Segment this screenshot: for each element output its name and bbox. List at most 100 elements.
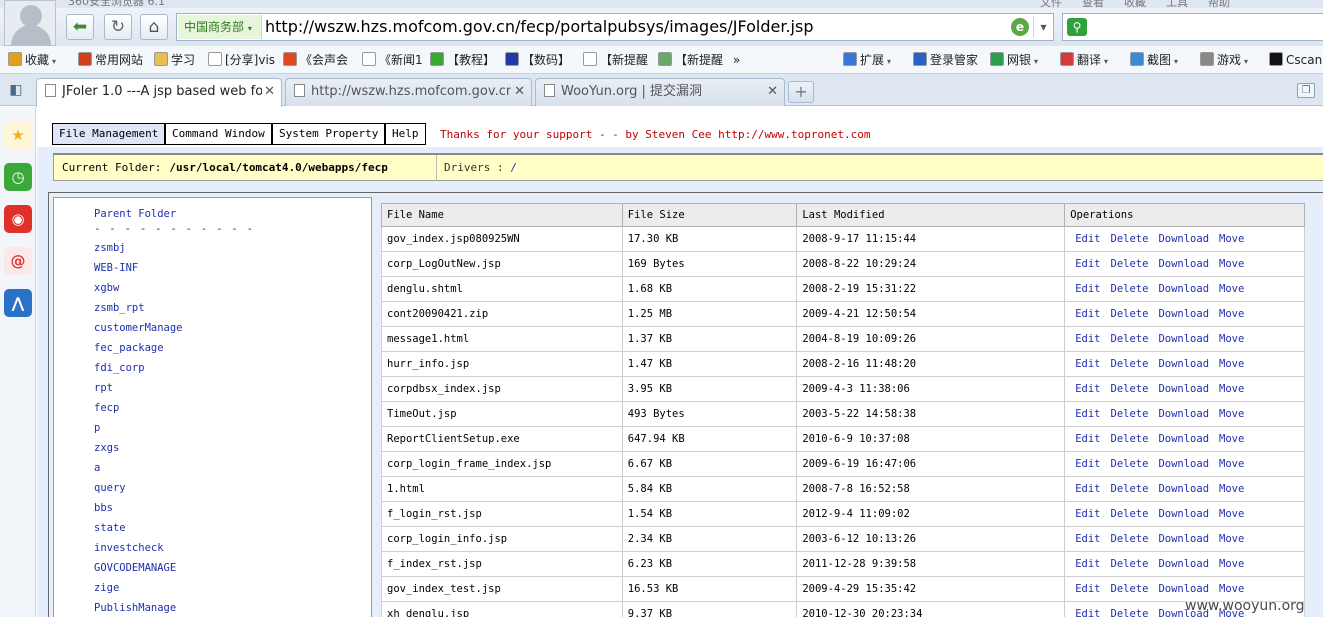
menu-command-window[interactable]: Command Window <box>165 123 272 145</box>
delete-link[interactable]: Delete <box>1111 458 1149 470</box>
folder-link[interactable]: GOVCODEMANAGE <box>94 562 176 574</box>
folder-link[interactable]: rpt <box>94 382 113 394</box>
download-link[interactable]: Download <box>1158 483 1209 495</box>
move-link[interactable]: Move <box>1219 358 1244 370</box>
download-link[interactable]: Download <box>1158 533 1209 545</box>
edit-link[interactable]: Edit <box>1075 308 1100 320</box>
delete-link[interactable]: Delete <box>1111 283 1149 295</box>
edit-link[interactable]: Edit <box>1075 608 1100 617</box>
move-link[interactable]: Move <box>1219 558 1244 570</box>
bookmark-item[interactable]: Cscan <box>1269 52 1322 68</box>
folder-link[interactable]: investcheck <box>94 542 164 554</box>
tab-mofcom[interactable]: http://wszw.hzs.mofcom.gov.cn/fe ✕ <box>285 78 532 106</box>
menu-file-management[interactable]: File Management <box>52 123 166 145</box>
close-tab-icon[interactable]: ✕ <box>264 79 275 105</box>
bookmark-item[interactable]: 【教程】 <box>430 52 495 68</box>
tab-jfolder[interactable]: JFoler 1.0 ---A jsp based web folc ✕ <box>36 78 282 107</box>
folder-link[interactable]: zxgs <box>94 442 119 454</box>
bookmark-item[interactable]: 【数码】 <box>505 52 570 68</box>
move-link[interactable]: Move <box>1219 583 1244 595</box>
move-link[interactable]: Move <box>1219 408 1244 420</box>
delete-link[interactable]: Delete <box>1111 533 1149 545</box>
folder-link[interactable]: xgbw <box>94 282 119 294</box>
folder-link[interactable]: state <box>94 522 126 534</box>
bookmark-item[interactable]: 《新闻1 <box>362 52 423 68</box>
bookmark-item[interactable]: 【新提醒 <box>658 52 723 68</box>
folder-link[interactable]: zsmb_rpt <box>94 302 145 314</box>
download-link[interactable]: Download <box>1158 358 1209 370</box>
edit-link[interactable]: Edit <box>1075 558 1100 570</box>
folder-link[interactable]: bbs <box>94 502 113 514</box>
parent-folder-link[interactable]: Parent Folder <box>94 208 176 220</box>
url-text[interactable]: http://wszw.hzs.mofcom.gov.cn/fecp/porta… <box>265 17 813 36</box>
bookmark-item[interactable]: 学习 <box>154 52 195 68</box>
edit-link[interactable]: Edit <box>1075 333 1100 345</box>
drive-link[interactable]: / <box>510 161 517 174</box>
bookmark-item[interactable]: 截图 ▾ <box>1130 52 1178 70</box>
refresh-button[interactable]: ↻ <box>104 14 132 40</box>
edit-link[interactable]: Edit <box>1075 358 1100 370</box>
bookmark-item[interactable]: 游戏 ▾ <box>1200 52 1248 70</box>
tab-wooyun[interactable]: WooYun.org | 提交漏洞 ✕ <box>535 78 785 106</box>
delete-link[interactable]: Delete <box>1111 583 1149 595</box>
user-avatar[interactable] <box>4 0 56 46</box>
move-link[interactable]: Move <box>1219 383 1244 395</box>
download-link[interactable]: Download <box>1158 383 1209 395</box>
folder-link[interactable]: zsmbj <box>94 242 126 254</box>
download-link[interactable]: Download <box>1158 508 1209 520</box>
download-link[interactable]: Download <box>1158 433 1209 445</box>
delete-link[interactable]: Delete <box>1111 483 1149 495</box>
folder-link[interactable]: fec_package <box>94 342 164 354</box>
move-link[interactable]: Move <box>1219 533 1244 545</box>
delete-link[interactable]: Delete <box>1111 308 1149 320</box>
folder-link[interactable]: PublishManage <box>94 602 176 614</box>
edit-link[interactable]: Edit <box>1075 533 1100 545</box>
bookmark-item[interactable]: 【新提醒 <box>583 52 648 68</box>
sidebar-toggle-icon[interactable]: ◧ <box>0 74 32 106</box>
move-link[interactable]: Move <box>1219 308 1244 320</box>
download-link[interactable]: Download <box>1158 458 1209 470</box>
new-tab-button[interactable]: + <box>788 81 814 103</box>
move-link[interactable]: Move <box>1219 508 1244 520</box>
download-link[interactable]: Download <box>1158 233 1209 245</box>
delete-link[interactable]: Delete <box>1111 558 1149 570</box>
download-link[interactable]: Download <box>1158 258 1209 270</box>
edit-link[interactable]: Edit <box>1075 258 1100 270</box>
delete-link[interactable]: Delete <box>1111 508 1149 520</box>
folder-link[interactable]: a <box>94 462 100 474</box>
move-link[interactable]: Move <box>1219 333 1244 345</box>
history-clock-icon[interactable]: ◷ <box>4 163 32 191</box>
download-link[interactable]: Download <box>1158 558 1209 570</box>
weibo-icon[interactable]: ◉ <box>4 205 32 233</box>
folder-link[interactable]: customerManage <box>94 322 183 334</box>
folder-link[interactable]: fdi_corp <box>94 362 145 374</box>
delete-link[interactable]: Delete <box>1111 233 1149 245</box>
bookmark-item[interactable]: » <box>733 52 740 68</box>
edit-link[interactable]: Edit <box>1075 483 1100 495</box>
move-link[interactable]: Move <box>1219 233 1244 245</box>
site-identity-badge[interactable]: 中国商务部 ▾ <box>178 15 262 39</box>
search-box[interactable]: ⚲ <box>1062 13 1323 41</box>
delete-link[interactable]: Delete <box>1111 408 1149 420</box>
delete-link[interactable]: Delete <box>1111 383 1149 395</box>
address-bar[interactable]: 中国商务部 ▾ http://wszw.hzs.mofcom.gov.cn/fe… <box>176 13 1054 41</box>
edit-link[interactable]: Edit <box>1075 583 1100 595</box>
move-link[interactable]: Move <box>1219 283 1244 295</box>
edit-link[interactable]: Edit <box>1075 508 1100 520</box>
address-dropdown-icon[interactable]: ▾ <box>1033 16 1053 38</box>
download-link[interactable]: Download <box>1158 283 1209 295</box>
bookmark-item[interactable]: 网银 ▾ <box>990 52 1038 70</box>
compat-mode-icon[interactable]: e <box>1011 18 1029 36</box>
search-engine-icon[interactable]: ⚲ <box>1067 18 1087 36</box>
delete-link[interactable]: Delete <box>1111 608 1149 617</box>
move-link[interactable]: Move <box>1219 483 1244 495</box>
download-link[interactable]: Download <box>1158 333 1209 345</box>
bookmark-item[interactable]: [分享]vis <box>208 52 275 68</box>
download-link[interactable]: Download <box>1158 583 1209 595</box>
folder-link[interactable]: p <box>94 422 100 434</box>
bookmark-item[interactable]: 《会声会 <box>283 52 348 68</box>
bookmark-item[interactable]: 收藏 ▾ <box>8 52 56 70</box>
edit-link[interactable]: Edit <box>1075 283 1100 295</box>
back-button[interactable]: ⬅ <box>66 14 94 40</box>
close-tab-icon[interactable]: ✕ <box>767 79 778 105</box>
